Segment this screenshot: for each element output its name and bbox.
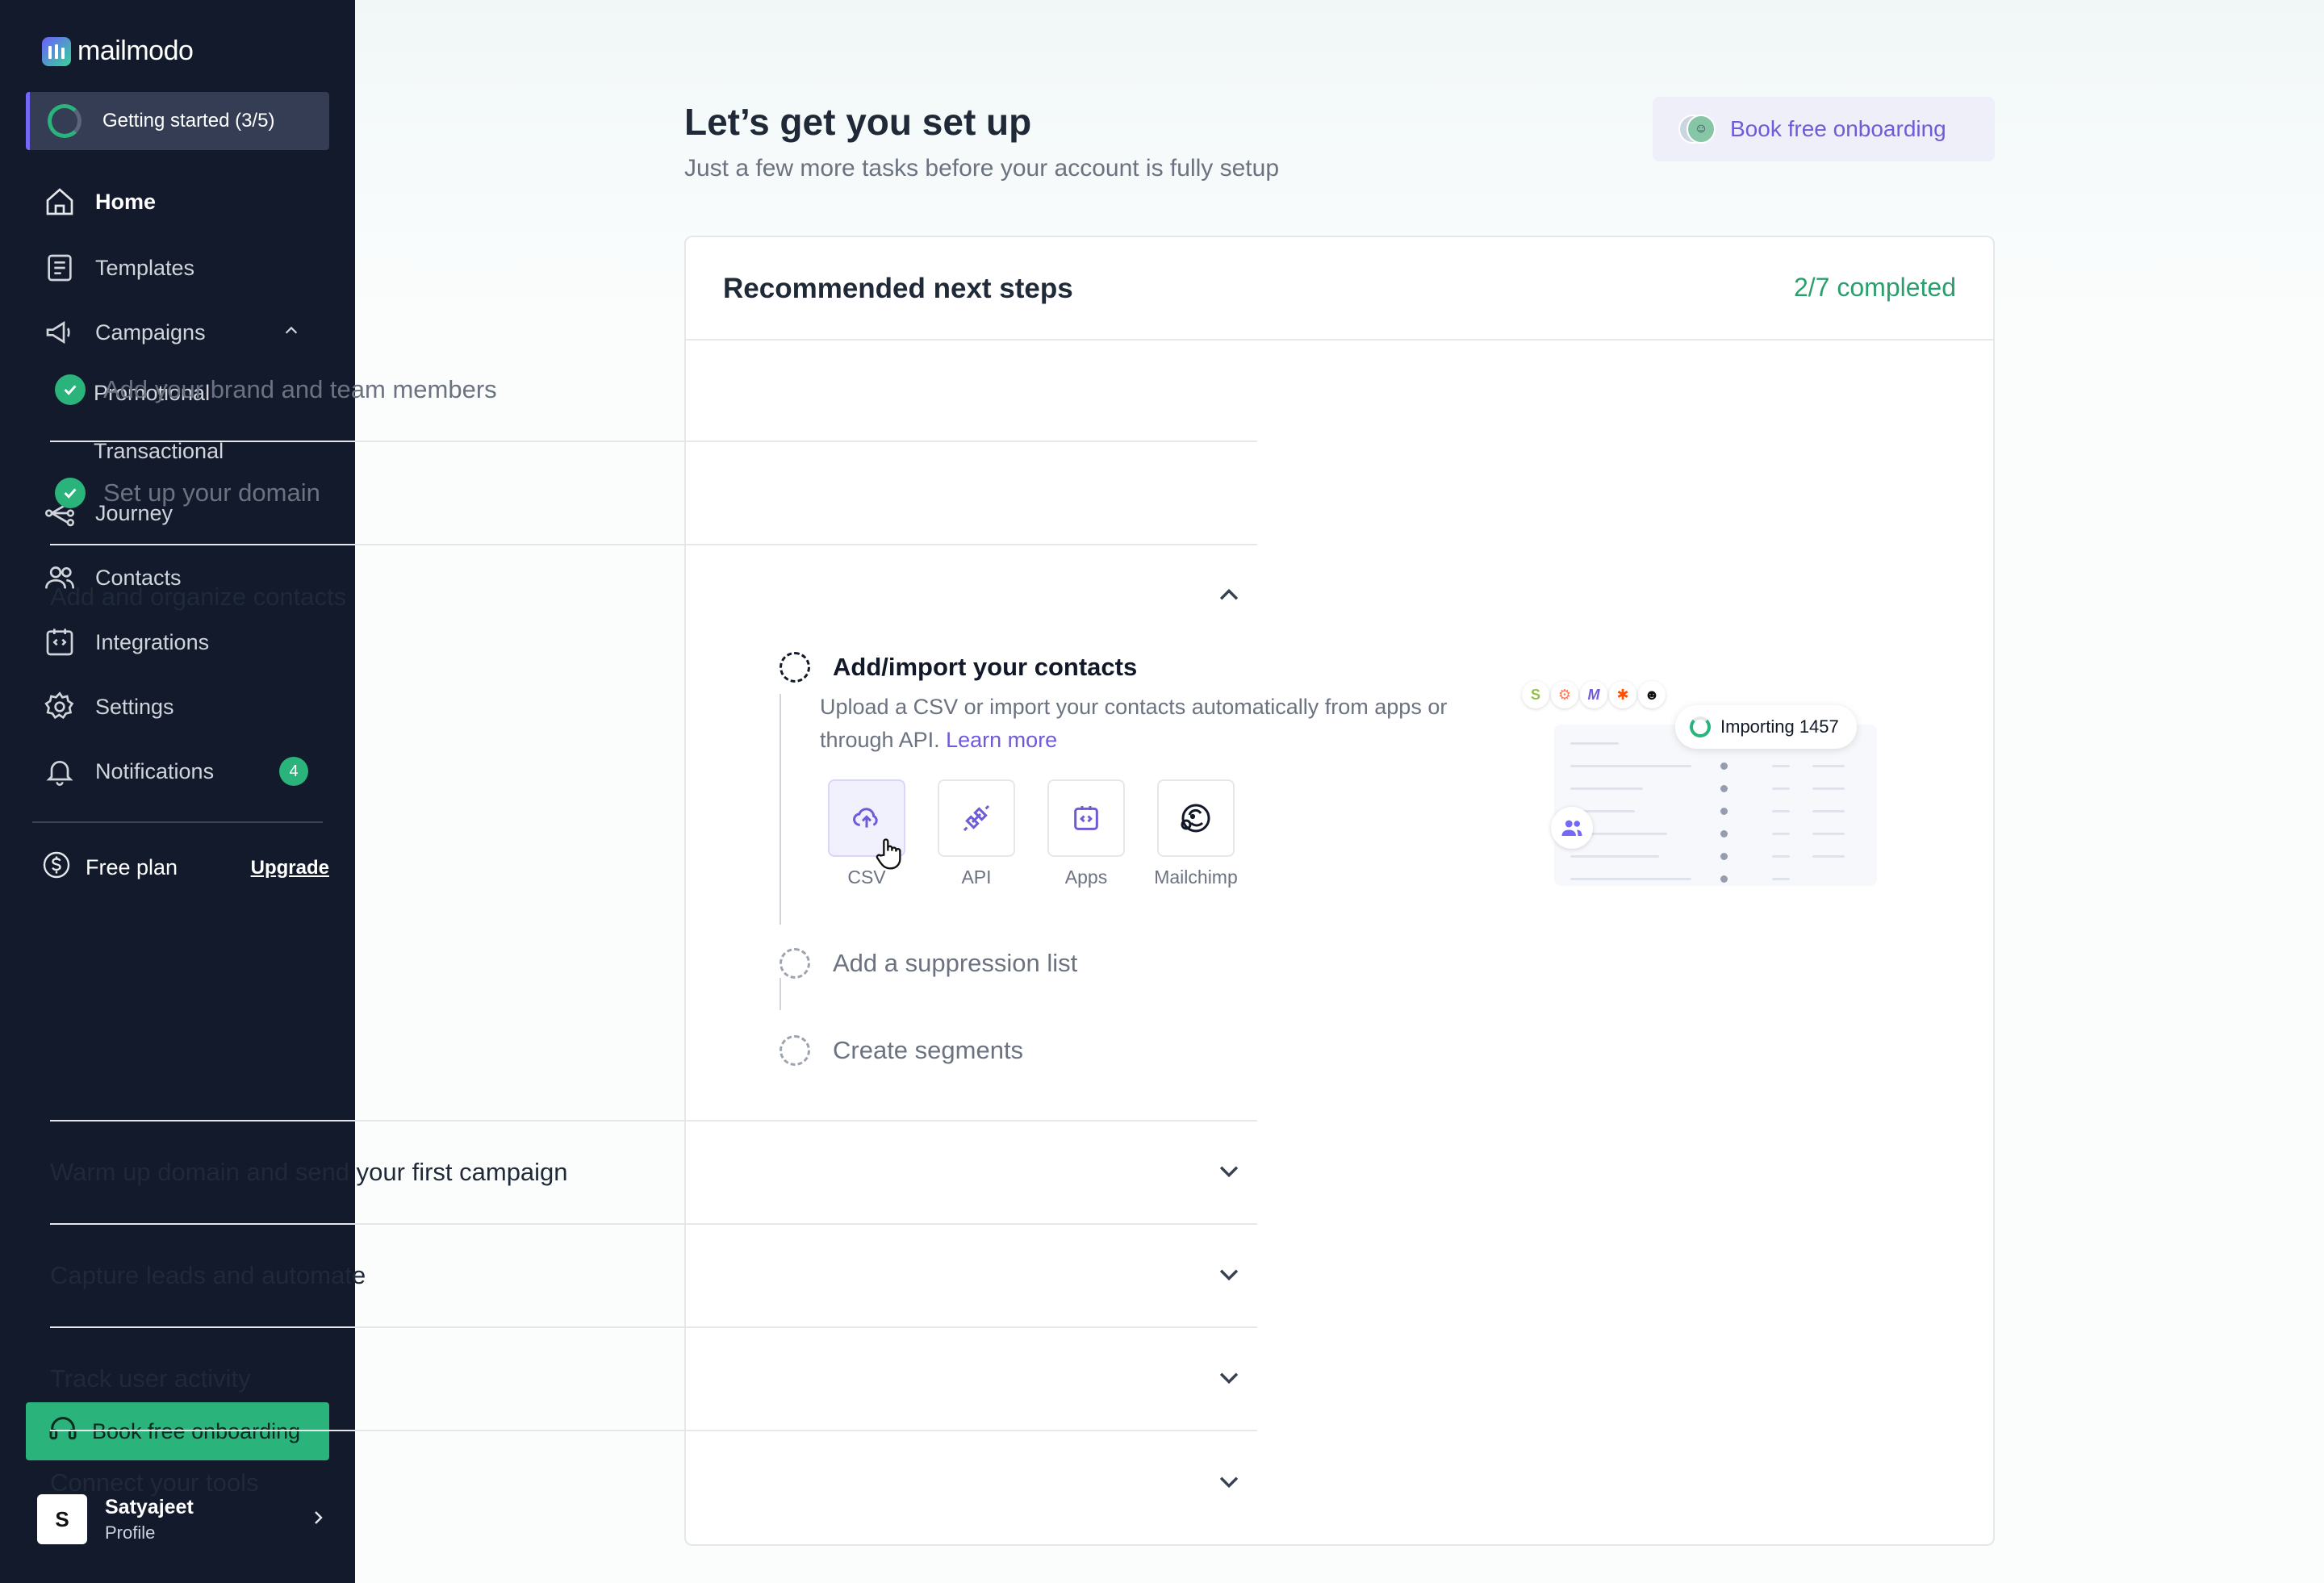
logo-mark-icon [42,36,71,66]
templates-icon [42,250,77,286]
chevron-up-icon[interactable] [1215,582,1243,613]
section-title: Warm up domain and send your first campa… [50,1158,568,1186]
team-avatar-icon: ☺ [1687,115,1716,144]
import-option-label: Mailchimp [1154,867,1238,888]
team-avatars: ☺ ☺ [1678,115,1716,144]
contacts-table-preview [1554,725,1877,886]
logo-text: mailmodo [77,36,194,66]
people-icon [1551,807,1593,849]
hubspot-icon: ⚙ [1551,681,1578,708]
substep-title: Add a suppression list [833,949,1078,977]
card-header: Recommended next steps 2/7 completed [686,237,1993,340]
chevron-down-icon[interactable] [1215,1157,1243,1188]
page-subtitle: Just a few more tasks before your accoun… [684,155,1280,182]
sidebar-item-label: Home [95,189,157,214]
chevron-down-icon[interactable] [1215,1260,1243,1292]
hand-cursor-icon [873,836,905,875]
chevron-down-icon[interactable] [1215,1468,1243,1499]
step-connector [780,978,781,1010]
home-icon [42,184,77,219]
section-title: Track user activity [50,1364,251,1393]
section-title: Add and organize contacts [50,583,347,611]
section-capture-leads[interactable]: Capture leads and automate [50,1225,1257,1328]
section-warm-up-domain[interactable]: Warm up domain and send your first campa… [50,1121,1257,1225]
check-circle-icon [55,374,86,405]
mailchimp-icon: ☻ [1638,681,1666,708]
zapier-icon: ✱ [1609,681,1636,708]
section-connect-tools[interactable]: Connect your tools [50,1431,1257,1535]
sidebar-item-templates[interactable]: Templates [42,250,332,286]
getting-started-label: Getting started (3/5) [102,110,275,132]
importing-label: Importing 1457 [1720,716,1839,737]
step-row-brand[interactable]: Add your brand and team members [50,339,1257,442]
importing-status: Importing 1457 [1675,705,1857,749]
substep-description: Upload a CSV or import your contacts aut… [820,691,1498,757]
section-header[interactable]: Add and organize contacts [50,545,1257,649]
link-plug-icon [938,779,1015,857]
sidebar-item-label: Templates [95,255,195,280]
sidebar-item-home[interactable]: Home [42,184,332,219]
import-option-label: API [961,867,992,888]
substep-suppression-list[interactable]: Add a suppression list [780,948,1077,979]
page-title: Let’s get you set up [684,101,1032,143]
import-option-apps[interactable]: Apps [1047,779,1125,888]
import-option-mailchimp[interactable]: Mailchimp [1154,779,1238,888]
pending-circle-icon [780,948,810,979]
section-track-activity[interactable]: Track user activity [50,1328,1257,1431]
completion-count: 2/7 completed [1793,273,1956,302]
check-circle-icon [55,478,86,508]
description-text: Upload a CSV or import your contacts aut… [820,695,1448,752]
mailchimp-icon [1157,779,1235,857]
code-box-icon [1047,779,1125,857]
substep-import-contacts[interactable]: Add/import your contacts [780,652,1137,683]
pending-circle-icon [780,1035,810,1066]
section-title: Capture leads and automate [50,1261,366,1289]
step-row-domain[interactable]: Set up your domain [50,442,1257,545]
book-onboarding-button[interactable]: ☺ ☺ Book free onboarding [1653,97,1995,161]
import-option-api[interactable]: API [938,779,1015,888]
pending-circle-icon [780,652,810,683]
learn-more-link[interactable]: Learn more [946,728,1057,752]
book-onboarding-label: Book free onboarding [1730,116,1946,141]
make-icon: M [1580,681,1607,708]
import-option-label: Apps [1064,867,1108,888]
chevron-down-icon[interactable] [1215,1364,1243,1395]
step-label: Set up your domain [103,478,320,507]
logo[interactable]: mailmodo [42,36,194,67]
card-title: Recommended next steps [723,273,1073,304]
progress-ring-icon [48,104,82,138]
step-label: Add your brand and team members [103,375,497,403]
import-illustration: S ⚙ M ✱ ☻ Importing 1457 [1517,662,1888,896]
substep-create-segments[interactable]: Create segments [780,1035,1023,1066]
substep-title: Add/import your contacts [833,653,1138,681]
loading-spinner-icon [1690,716,1711,737]
getting-started-button[interactable]: Getting started (3/5) [26,92,329,150]
substep-title: Create segments [833,1036,1024,1064]
shopify-icon: S [1522,681,1549,708]
step-connector [780,694,781,925]
section-title: Connect your tools [50,1468,259,1497]
